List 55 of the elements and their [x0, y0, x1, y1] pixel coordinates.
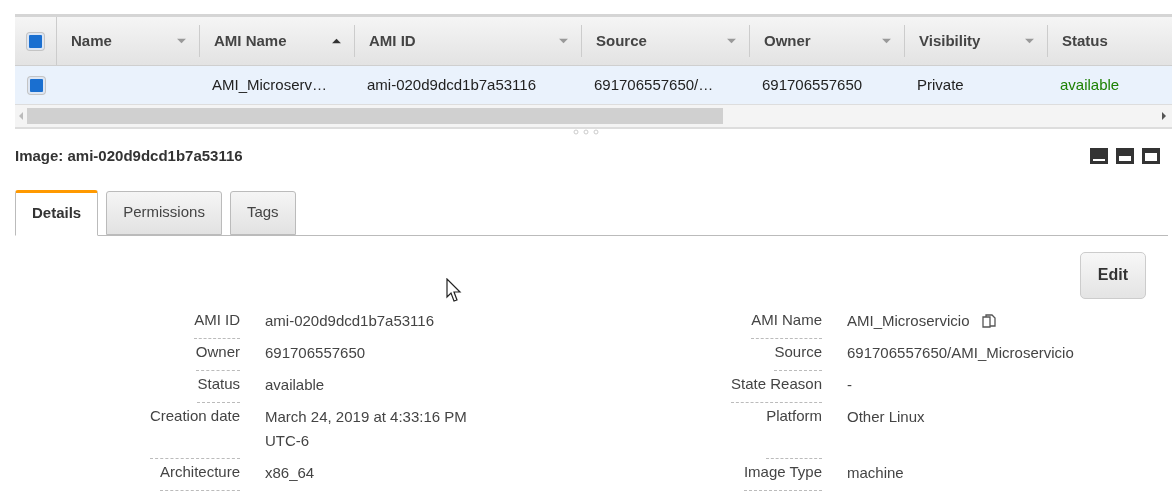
field-label: Source [774, 340, 822, 371]
dropdown-caret-icon[interactable] [558, 37, 569, 45]
dropdown-caret-icon[interactable] [1024, 37, 1035, 45]
field-value: Other Linux [847, 406, 925, 427]
copy-icon[interactable] [981, 313, 996, 330]
table-cell: Private [917, 75, 964, 93]
field-value: March 24, 2019 at 4:33:16 PM UTC-6 [265, 406, 468, 451]
checkbox[interactable] [27, 76, 45, 94]
column-header[interactable]: Source [596, 29, 726, 53]
drag-handle-icon[interactable] [571, 129, 601, 135]
field-value: 691706557650 [265, 342, 366, 363]
field-label: AMI Name [751, 308, 822, 339]
field-value: AMI_Microservicio [847, 310, 970, 331]
dropdown-caret-icon[interactable] [881, 37, 892, 45]
field-label: Status [197, 372, 240, 403]
table-cell: AMI_Microserv… [212, 75, 327, 93]
column-header[interactable]: Status [1062, 29, 1160, 53]
field-label: Image Type [743, 460, 822, 491]
panel-full-icon[interactable] [1142, 148, 1160, 165]
sort-caret-icon[interactable] [331, 37, 342, 45]
table-cell: available [1060, 75, 1120, 93]
table-row[interactable]: AMI_Microserv… ami-020d9dcd1b7a53116 691706557650/… 691706557650 Private available [15, 66, 1172, 105]
field-value: 691706557650/AMI_Microservicio [847, 342, 1074, 363]
column-header[interactable]: AMI Name [214, 29, 331, 53]
table-cell: ami-020d9dcd1b7a53116 [367, 75, 537, 93]
tab[interactable]: Permissions [106, 190, 222, 235]
table-cell: 691706557650/… [594, 75, 714, 93]
tab[interactable]: Details [15, 189, 99, 236]
table-cell: 691706557650 [762, 75, 863, 93]
edit-button[interactable]: Edit [1079, 251, 1146, 299]
field-value: machine [847, 462, 904, 483]
column-header[interactable]: AMI ID [369, 29, 558, 53]
scroll-right-icon[interactable] [1160, 111, 1168, 121]
panel-title: Image: ami-020d9dcd1b7a53116 [15, 146, 243, 166]
field-label: AMI ID [194, 308, 240, 339]
field-label: State Reason [731, 372, 822, 403]
panel-half-icon[interactable] [1116, 148, 1134, 165]
column-header[interactable]: Visibility [919, 29, 1024, 53]
scrollbar-thumb[interactable] [27, 108, 723, 124]
column-header[interactable]: Owner [764, 29, 881, 53]
field-value: available [265, 374, 325, 395]
dropdown-caret-icon[interactable] [176, 37, 187, 45]
column-header[interactable]: Name [71, 29, 176, 53]
mouse-pointer-icon [446, 278, 462, 303]
field-label: Platform [766, 404, 822, 459]
field-value: x86_64 [265, 462, 315, 483]
panel-bottom-icon[interactable] [1090, 148, 1108, 165]
field-label: Architecture [159, 460, 240, 491]
field-value: - [847, 374, 852, 395]
checkbox[interactable] [27, 32, 44, 50]
dropdown-caret-icon[interactable] [726, 37, 737, 45]
tab[interactable]: Tags [229, 190, 296, 235]
field-label: Owner [195, 340, 240, 371]
field-value: ami-020d9dcd1b7a53116 [265, 310, 435, 331]
field-label: Creation date [149, 404, 240, 459]
